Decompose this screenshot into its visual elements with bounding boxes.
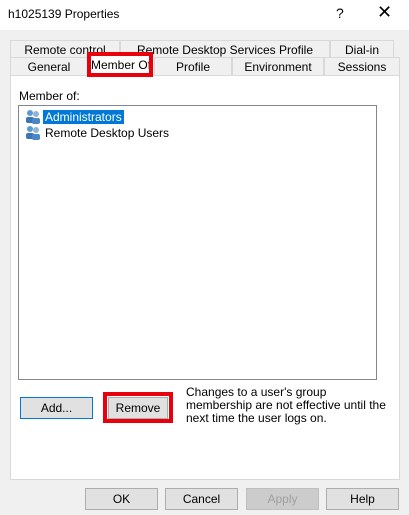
member-of-label: Member of:	[19, 89, 80, 103]
window-title: h1025139 Properties	[8, 7, 120, 21]
cancel-button[interactable]: Cancel	[165, 488, 238, 510]
membership-note: Changes to a user's group membership are…	[186, 385, 386, 425]
list-item-label: Remote Desktop Users	[45, 126, 170, 140]
close-icon[interactable]: ✕	[377, 2, 392, 23]
tab-dial-in[interactable]: Dial-in	[330, 40, 394, 58]
tab-profile[interactable]: Profile	[154, 57, 232, 75]
title-bar: h1025139 Properties ? ✕	[0, 0, 409, 30]
remove-highlight-box	[103, 392, 173, 423]
add-button[interactable]: Add...	[20, 397, 93, 419]
tab-sessions[interactable]: Sessions	[324, 57, 400, 75]
tab-general[interactable]: General	[10, 57, 88, 75]
help-button[interactable]: Help	[326, 488, 399, 510]
group-icon	[26, 110, 40, 124]
member-of-listbox[interactable]: Administrators Remote Desktop Users	[18, 105, 377, 380]
list-item-label: Administrators	[43, 110, 124, 124]
group-icon	[26, 126, 40, 140]
help-icon[interactable]: ?	[336, 5, 344, 21]
tab-environment[interactable]: Environment	[232, 57, 324, 75]
ok-button[interactable]: OK	[85, 488, 158, 510]
tab-highlight-box	[87, 52, 153, 77]
apply-button[interactable]: Apply	[246, 488, 319, 510]
